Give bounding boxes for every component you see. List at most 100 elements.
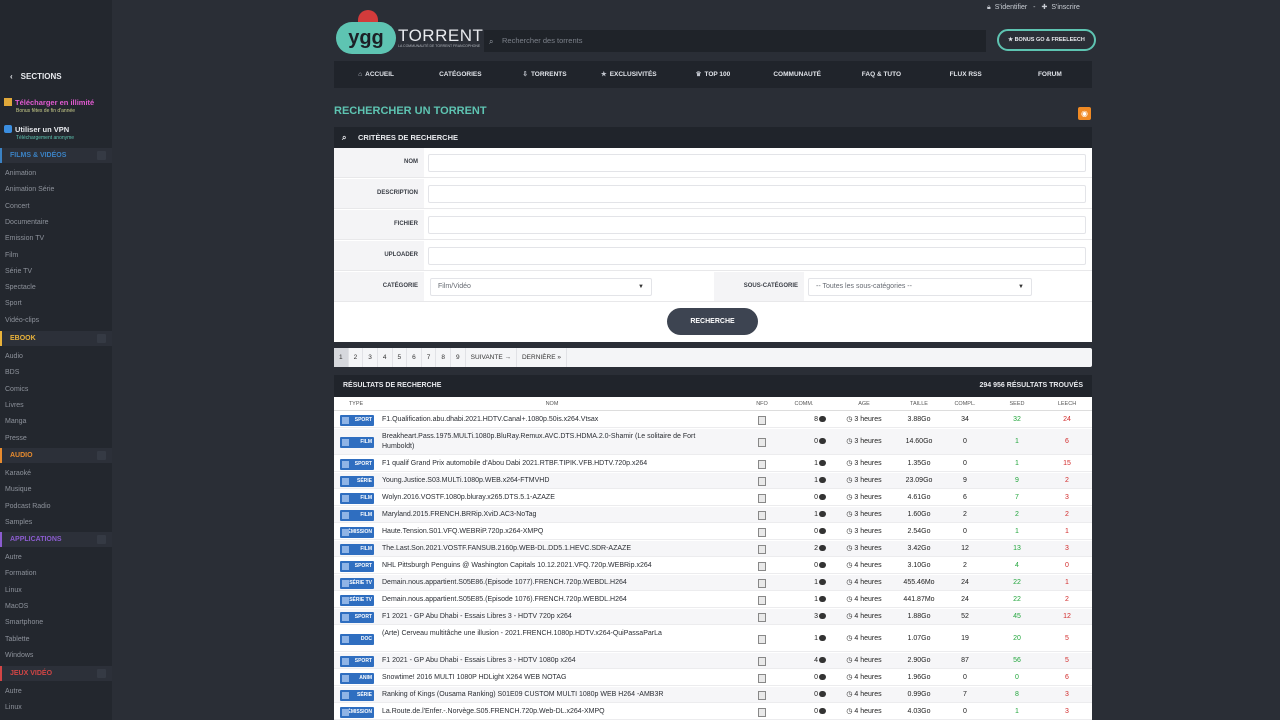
sidebar-item[interactable]: Concert bbox=[5, 202, 30, 212]
table-row[interactable]: FILM The.Last.Son.2021.VOSTF.FANSUB.2160p… bbox=[334, 541, 1092, 557]
column-header[interactable]: NOM bbox=[382, 397, 722, 411]
torrent-name-link[interactable]: Haute.Tension.S01.VFQ.WEBRiP.720p.x264-X… bbox=[382, 527, 722, 537]
nfo-icon[interactable] bbox=[758, 544, 766, 554]
column-header[interactable]: COMPL. bbox=[937, 397, 993, 411]
torrent-name-link[interactable]: Ranking of Kings (Ousama Ranking) S01E09… bbox=[382, 690, 722, 700]
sidebar-item[interactable]: Audio bbox=[5, 352, 23, 362]
login-link[interactable]: S'identifier bbox=[995, 4, 1027, 11]
name-field[interactable] bbox=[428, 154, 1086, 172]
promo-vpn[interactable]: Utiliser un VPN Téléchargement anonyme bbox=[4, 125, 110, 142]
torrent-name-link[interactable]: F1 qualif Grand Prix automobile d'Abou D… bbox=[382, 459, 722, 469]
nav-item[interactable]: CATÉGORIES bbox=[418, 61, 502, 88]
sidebar-item[interactable]: Emission TV bbox=[5, 234, 44, 244]
sidebar-item[interactable]: Windows bbox=[5, 651, 33, 661]
sections-toggle[interactable]: ‹ SECTIONS bbox=[0, 66, 112, 88]
nav-item[interactable]: COMMUNAUTÉ bbox=[755, 61, 839, 88]
nav-item[interactable]: FLUX RSS bbox=[924, 61, 1008, 88]
torrent-name-link[interactable]: F1 2021 - GP Abu Dhabi - Essais Libres 3… bbox=[382, 612, 722, 622]
expand-icon[interactable] bbox=[97, 151, 106, 160]
sidebar-item[interactable]: MacOS bbox=[5, 602, 28, 612]
page-link[interactable]: 8 bbox=[436, 348, 451, 367]
nfo-icon[interactable] bbox=[758, 476, 766, 486]
expand-icon[interactable] bbox=[97, 451, 106, 460]
page-link[interactable]: 7 bbox=[422, 348, 437, 367]
nfo-icon[interactable] bbox=[758, 578, 766, 588]
nfo-icon[interactable] bbox=[758, 437, 766, 447]
sidebar-item[interactable]: Livres bbox=[5, 401, 24, 411]
sidebar-item[interactable]: Podcast Radio bbox=[5, 502, 51, 512]
expand-icon[interactable] bbox=[97, 535, 106, 544]
torrent-name-link[interactable]: Wolyn.2016.VOSTF.1080p.bluray.x265.DTS.5… bbox=[382, 493, 722, 503]
description-field[interactable] bbox=[428, 185, 1086, 203]
sidebar-category[interactable]: JEUX VIDÉO bbox=[0, 666, 112, 681]
column-header[interactable]: NFO bbox=[752, 397, 772, 411]
nav-item[interactable]: FORUM bbox=[1008, 61, 1092, 88]
sidebar-item[interactable]: Vidéo-clips bbox=[5, 316, 39, 326]
torrent-name-link[interactable]: Maryland.2015.FRENCH.BRRip.XviD.AC3-NoTa… bbox=[382, 510, 722, 520]
expand-icon[interactable] bbox=[97, 669, 106, 678]
torrent-name-link[interactable]: F1 2021 - GP Abu Dhabi - Essais Libres 3… bbox=[382, 656, 722, 666]
page-link[interactable]: DERNIÈRE » bbox=[517, 348, 567, 367]
sidebar-item[interactable]: Série TV bbox=[5, 267, 32, 277]
table-row[interactable]: SPORT F1.Qualification.abu.dhabi.2021.HDT… bbox=[334, 412, 1092, 428]
column-header[interactable]: COMM. bbox=[774, 397, 834, 411]
nfo-icon[interactable] bbox=[758, 510, 766, 520]
page-link[interactable]: 5 bbox=[393, 348, 408, 367]
sidebar-item[interactable]: Animation Série bbox=[5, 185, 54, 195]
nfo-icon[interactable] bbox=[758, 527, 766, 537]
table-row[interactable]: SPORT F1 qualif Grand Prix automobile d'A… bbox=[334, 456, 1092, 472]
nfo-icon[interactable] bbox=[758, 561, 766, 571]
table-row[interactable]: SPORT F1 2021 - GP Abu Dhabi - Essais Lib… bbox=[334, 653, 1092, 669]
sidebar-item[interactable]: Samples bbox=[5, 518, 32, 528]
sidebar-item[interactable]: Autre bbox=[5, 687, 22, 697]
sidebar-item[interactable]: Tablette bbox=[5, 635, 30, 645]
table-row[interactable]: SPORT NHL Pittsburgh Penguins @ Washingto… bbox=[334, 558, 1092, 574]
nav-item[interactable]: ♛ TOP 100 bbox=[671, 61, 755, 88]
torrent-name-link[interactable]: The.Last.Son.2021.VOSTF.FANSUB.2160p.WEB… bbox=[382, 544, 722, 554]
torrent-name-link[interactable]: La.Route.de.l'Enfer.-.Norvège.S05.FRENCH… bbox=[382, 707, 722, 717]
page-link[interactable]: 6 bbox=[407, 348, 422, 367]
torrent-name-link[interactable]: Snowtime! 2016 MULTI 1080P HDLight X264 … bbox=[382, 673, 722, 683]
search-button[interactable]: RECHERCHE bbox=[667, 308, 758, 335]
table-row[interactable]: SÉRIE TV Demain.nous.appartient.S05E85.(E… bbox=[334, 592, 1092, 608]
torrent-name-link[interactable]: Breakheart.Pass.1975.MULTi.1080p.BluRay.… bbox=[382, 432, 722, 452]
torrent-name-link[interactable]: Young.Justice.S03.MULTi.1080p.WEB.x264-F… bbox=[382, 476, 722, 486]
search-input[interactable]: ⌕ Rechercher des torrents bbox=[484, 30, 986, 52]
site-logo[interactable]: ygg TORRENT LA COMMUNAUTÉ DE TORRENT FRA… bbox=[334, 8, 483, 60]
torrent-name-link[interactable]: Demain.nous.appartient.S05E86.(Episode 1… bbox=[382, 578, 722, 588]
sidebar-item[interactable]: Linux bbox=[5, 586, 22, 596]
nfo-icon[interactable] bbox=[758, 707, 766, 717]
sidebar-item[interactable]: Sport bbox=[5, 299, 22, 309]
table-row[interactable]: DOC (Arte) Cerveau multitâche une illusio… bbox=[334, 626, 1092, 652]
nav-item[interactable]: ⌂ ACCUEIL bbox=[334, 61, 418, 88]
column-header[interactable]: LEECH bbox=[1039, 397, 1092, 411]
table-row[interactable]: SÉRIE Young.Justice.S03.MULTi.1080p.WEB.x… bbox=[334, 473, 1092, 489]
promo-unlimited[interactable]: Télécharger en illimité Bonus fêtes de f… bbox=[4, 98, 110, 115]
nav-item[interactable]: FAQ & TUTO bbox=[839, 61, 923, 88]
table-row[interactable]: FILM Breakheart.Pass.1975.MULTi.1080p.Blu… bbox=[334, 429, 1092, 455]
sidebar-item[interactable]: Documentaire bbox=[5, 218, 49, 228]
torrent-name-link[interactable]: Demain.nous.appartient.S05E85.(Episode 1… bbox=[382, 595, 722, 605]
subcategory-select[interactable]: -- Toutes les sous-catégories -- ▼ bbox=[808, 278, 1032, 296]
rss-icon[interactable]: ◉ bbox=[1078, 107, 1091, 120]
table-row[interactable]: ÉMISSION Haute.Tension.S01.VFQ.WEBRiP.720… bbox=[334, 524, 1092, 540]
signup-link[interactable]: S'inscrire bbox=[1051, 4, 1080, 11]
sidebar-item[interactable]: Smartphone bbox=[5, 618, 43, 628]
page-link[interactable]: 1 bbox=[334, 348, 349, 367]
nfo-icon[interactable] bbox=[758, 493, 766, 503]
bonus-button[interactable]: ★ BONUS GO & FREELEECH bbox=[997, 29, 1096, 51]
sidebar-item[interactable]: Autre bbox=[5, 553, 22, 563]
nav-item[interactable]: ⇩ TORRENTS bbox=[502, 61, 586, 88]
table-row[interactable]: SÉRIE TV Demain.nous.appartient.S05E86.(E… bbox=[334, 575, 1092, 591]
expand-icon[interactable] bbox=[97, 334, 106, 343]
sidebar-item[interactable]: Manga bbox=[5, 417, 26, 427]
page-link[interactable]: 2 bbox=[349, 348, 364, 367]
table-row[interactable]: SÉRIE Ranking of Kings (Ousama Ranking) S… bbox=[334, 687, 1092, 703]
table-row[interactable]: ÉMISSION La.Route.de.l'Enfer.-.Norvège.S0… bbox=[334, 704, 1092, 720]
nfo-icon[interactable] bbox=[758, 415, 766, 425]
nfo-icon[interactable] bbox=[758, 612, 766, 622]
sidebar-item[interactable]: Animation bbox=[5, 169, 36, 179]
column-header[interactable]: SEED bbox=[989, 397, 1045, 411]
sidebar-category[interactable]: AUDIO bbox=[0, 448, 112, 463]
table-row[interactable]: FILM Wolyn.2016.VOSTF.1080p.bluray.x265.D… bbox=[334, 490, 1092, 506]
